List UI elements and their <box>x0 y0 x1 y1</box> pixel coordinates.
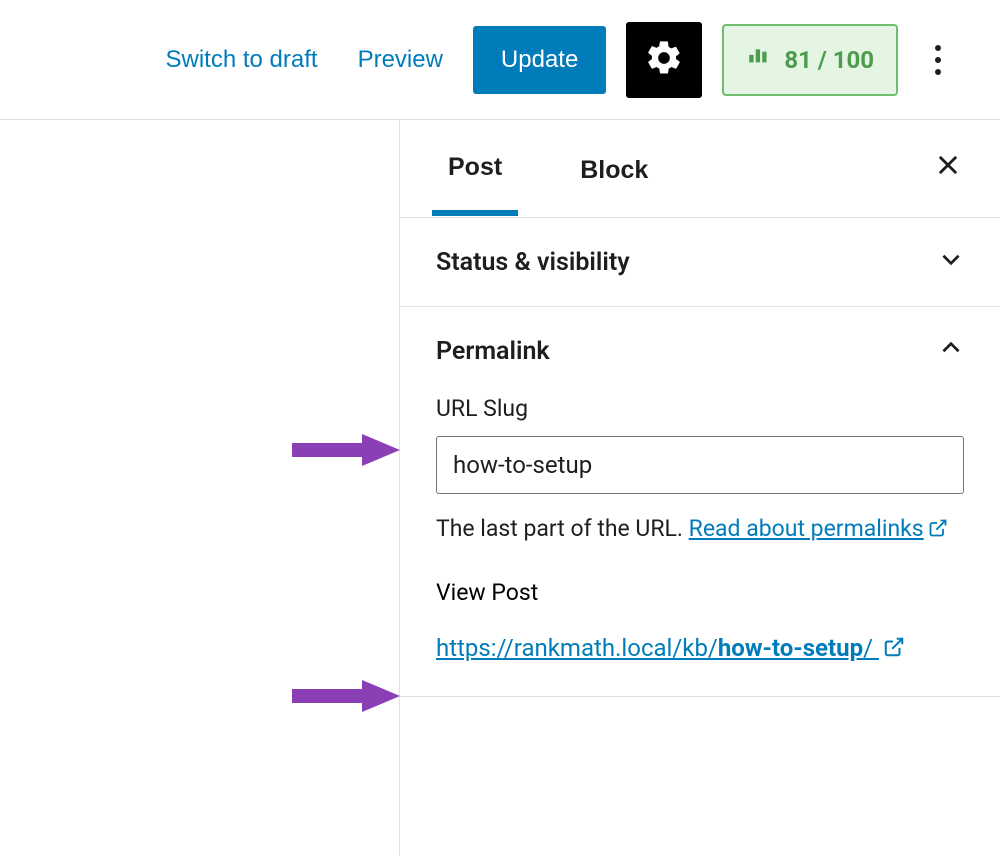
annotation-arrow <box>292 430 402 470</box>
read-about-permalinks-link[interactable]: Read about permalinks <box>689 515 948 542</box>
settings-sidebar: Post Block Status & visibility Permalink <box>400 120 1000 856</box>
panel-title: Status & visibility <box>436 248 630 277</box>
url-slug-input[interactable] <box>436 436 964 494</box>
permalink-trail: / <box>863 634 873 662</box>
panel-permalink: Permalink URL Slug The last part of the … <box>400 307 1000 697</box>
annotation-arrow <box>292 676 402 716</box>
close-sidebar-button[interactable] <box>928 149 968 189</box>
update-button[interactable]: Update <box>473 26 606 94</box>
editor-layout: Post Block Status & visibility Permalink <box>0 120 1000 856</box>
close-icon <box>934 150 962 186</box>
external-link-icon <box>883 632 905 668</box>
tab-block[interactable]: Block <box>564 124 664 213</box>
external-link-icon <box>928 514 948 549</box>
url-slug-label: URL Slug <box>436 395 964 422</box>
preview-button[interactable]: Preview <box>348 38 453 82</box>
permalink-slug: how-to-setup <box>718 634 863 662</box>
panel-title: Permalink <box>436 337 550 366</box>
help-text-prefix: The last part of the URL. <box>436 515 689 542</box>
permalink-base: https://rankmath.local/kb/ <box>436 634 718 662</box>
panel-status-visibility: Status & visibility <box>400 218 1000 307</box>
chart-icon <box>746 44 772 76</box>
tab-post[interactable]: Post <box>432 121 518 216</box>
panel-toggle-permalink[interactable]: Permalink <box>436 335 964 367</box>
permalink-panel-body: URL Slug The last part of the URL. Read … <box>436 367 964 668</box>
gear-icon <box>644 38 684 81</box>
url-slug-help: The last part of the URL. Read about per… <box>436 512 964 549</box>
settings-button[interactable] <box>626 22 702 98</box>
editor-canvas <box>0 120 400 856</box>
more-options-button[interactable] <box>924 30 952 90</box>
sidebar-tabs: Post Block <box>400 120 1000 218</box>
editor-toolbar: Switch to draft Preview Update 81 / 100 <box>0 0 1000 120</box>
panel-toggle-status-visibility[interactable]: Status & visibility <box>436 246 964 278</box>
view-post-label: View Post <box>436 579 964 606</box>
switch-to-draft-button[interactable]: Switch to draft <box>156 38 328 82</box>
view-post-link[interactable]: https://rankmath.local/kb/how-to-setup/ <box>436 630 964 668</box>
chevron-up-icon <box>938 335 964 367</box>
dots-icon <box>935 45 941 51</box>
seo-score-value: 81 / 100 <box>784 46 874 74</box>
chevron-down-icon <box>938 246 964 278</box>
seo-score-badge[interactable]: 81 / 100 <box>722 24 898 96</box>
